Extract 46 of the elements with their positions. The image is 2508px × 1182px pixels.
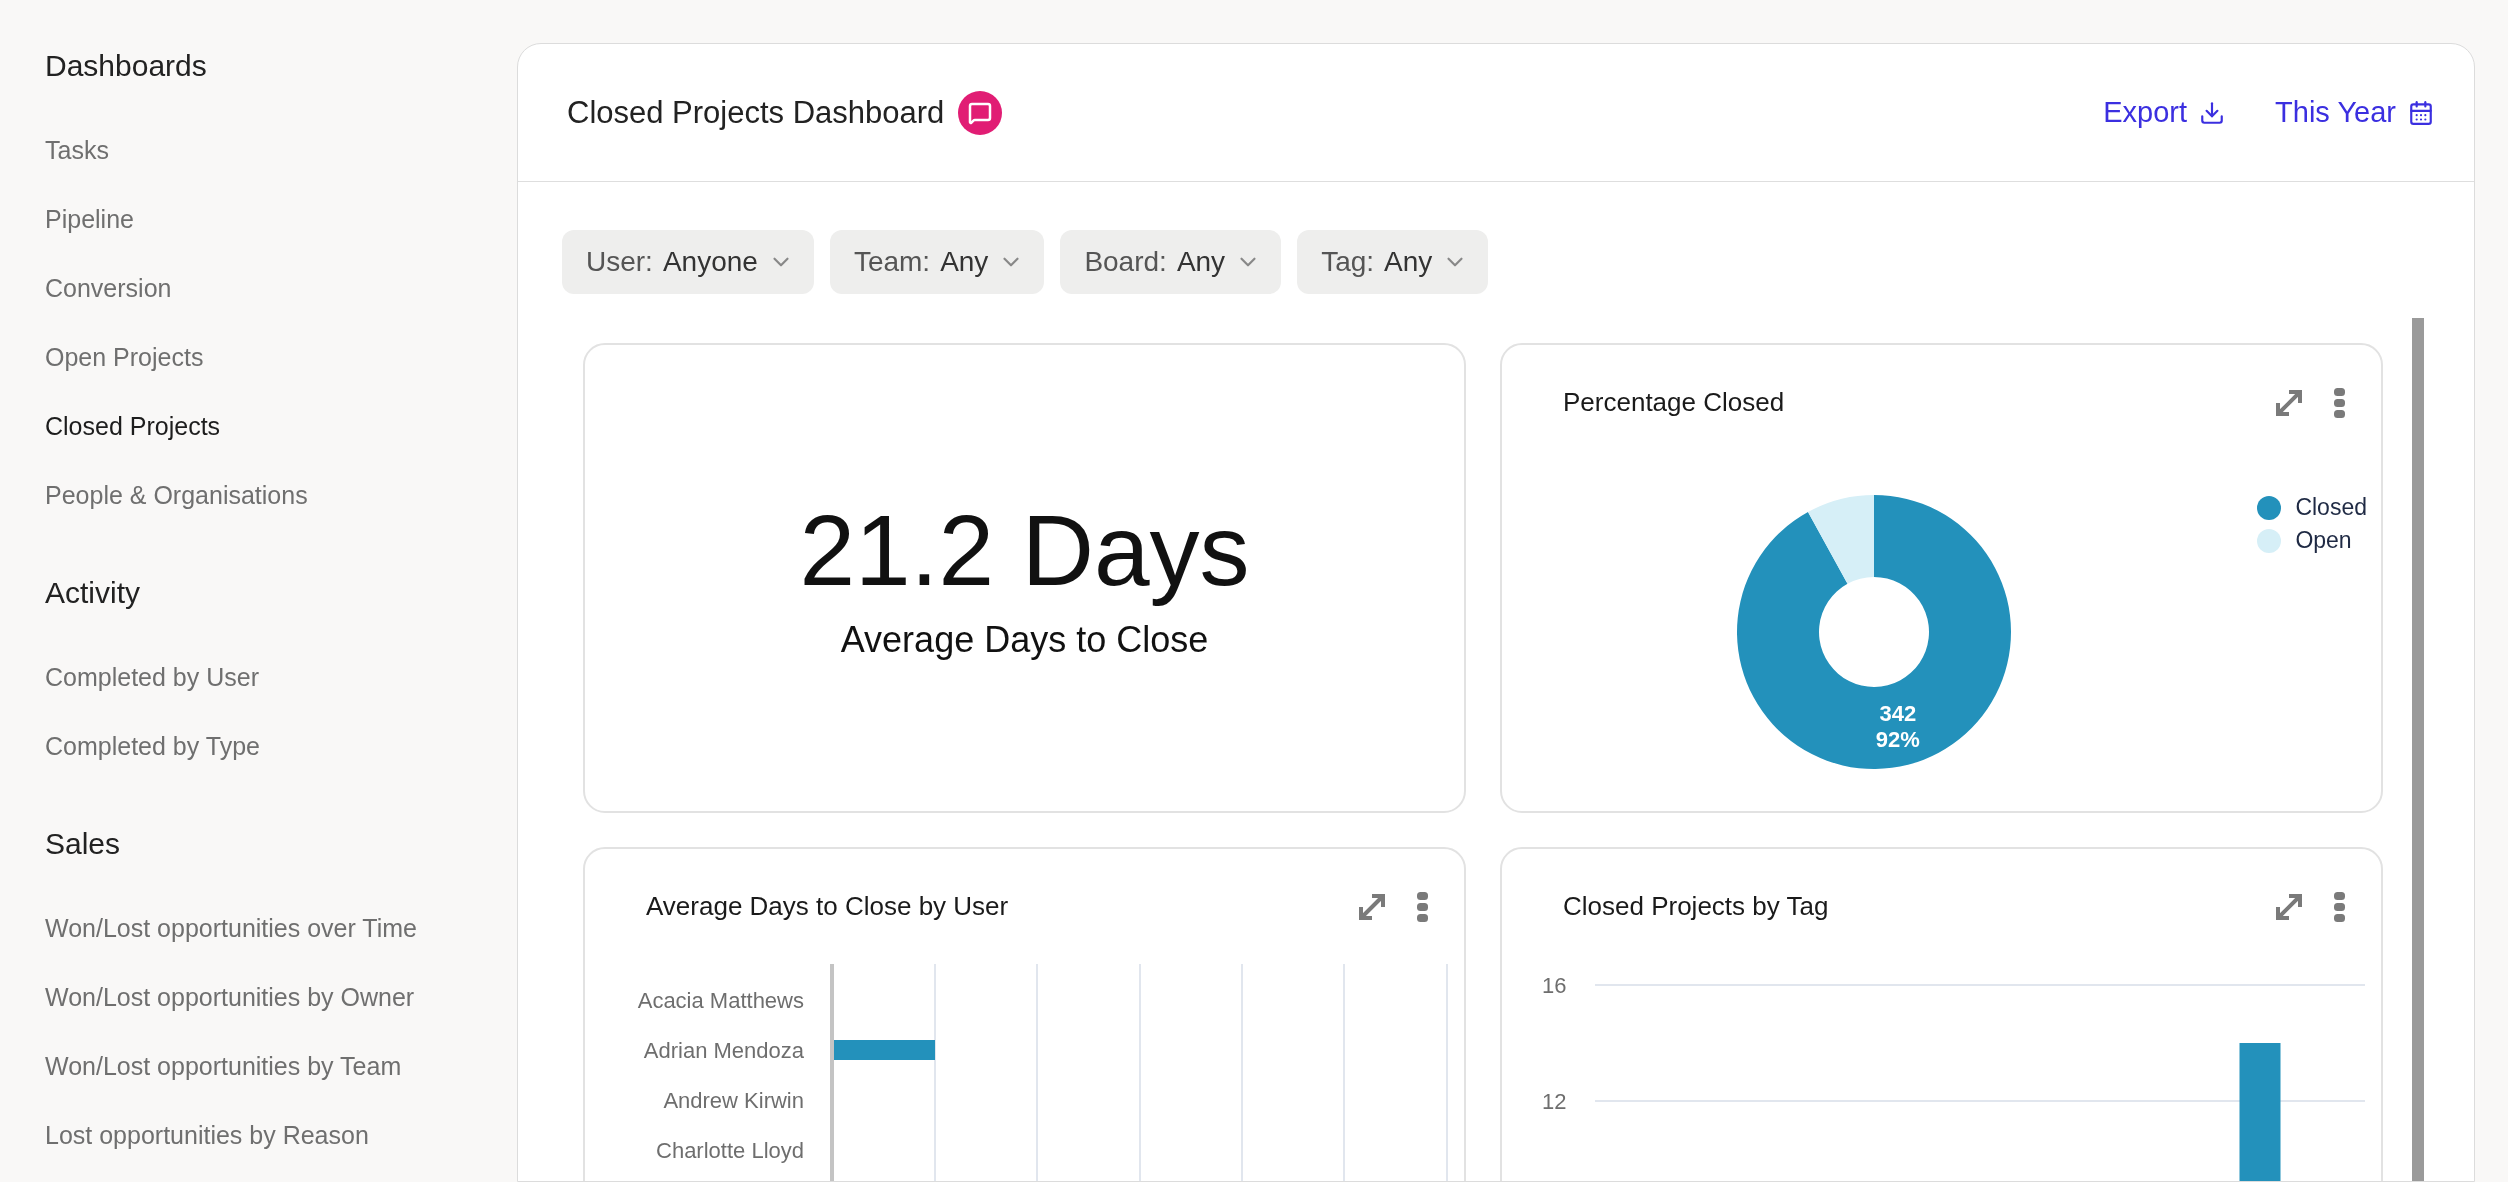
scrollbar[interactable]	[2412, 318, 2424, 1181]
sidebar-item[interactable]: Won/Lost opportunities by Owner	[45, 978, 415, 1047]
axis-tick-label: 16	[1542, 973, 1567, 998]
sidebar-item[interactable]: People & Organisations	[45, 476, 308, 545]
axis-label: Adrian Mendoza	[643, 1038, 804, 1063]
legend-label: Closed	[2295, 494, 2367, 521]
legend-label: Open	[2295, 527, 2352, 554]
calendar-icon	[2408, 99, 2434, 126]
card-title: Average Days to Close by User	[646, 891, 1010, 922]
slice-count: 342	[1879, 701, 1917, 726]
axis-label: Charlotte Lloyd	[656, 1138, 804, 1163]
sidebar-item[interactable]: Closed Projects	[45, 407, 221, 476]
section-heading: Activity	[45, 575, 141, 611]
period-link[interactable]: This Year	[2275, 96, 2434, 129]
sidebar-item[interactable]: Conversion	[45, 269, 172, 338]
more-icon	[2334, 891, 2345, 922]
sidebar-item[interactable]: Tasks	[45, 131, 109, 200]
sidebar-item[interactable]: Won/Lost opportunities by Team	[45, 1047, 402, 1116]
more-icon	[1417, 891, 1428, 922]
section-heading: Dashboards	[45, 48, 208, 84]
slice-percent: 92%	[1875, 727, 1920, 752]
more-button[interactable]	[1417, 891, 1428, 922]
filter-dropdown[interactable]: Board: Any	[1060, 230, 1282, 294]
export-link[interactable]: Export	[2103, 96, 2226, 129]
sidebar-item[interactable]: Completed by Type	[45, 727, 260, 796]
axis-label: Acacia Matthews	[637, 988, 804, 1013]
card-title: Percentage Closed	[1563, 387, 1786, 418]
axis-tick-label: 12	[1542, 1089, 1567, 1114]
filter-dropdown[interactable]: User: Anyone	[562, 230, 814, 294]
sidebar-item[interactable]: Pipeline	[45, 200, 134, 269]
section-heading: Sales	[45, 826, 122, 862]
sidebar-item[interactable]: Completed by User	[45, 658, 259, 727]
filter-dropdown[interactable]: Tag: Any	[1297, 230, 1489, 294]
download-icon	[2199, 99, 2226, 126]
more-button[interactable]	[2334, 891, 2345, 922]
sidebar-item[interactable]: Won/Lost opportunities over Time	[45, 909, 417, 978]
stat-caption: Average Days to Close	[840, 619, 1209, 661]
card-title: Closed Projects by Tag	[1563, 891, 1830, 922]
more-icon	[2334, 387, 2345, 418]
sidebar-item[interactable]: Lost opportunities by Reason	[45, 1116, 369, 1182]
filter-dropdown[interactable]: Team: Any	[829, 230, 1045, 294]
more-button[interactable]	[2334, 387, 2345, 418]
dashboard-title: Closed Projects Dashboard	[567, 94, 945, 131]
sidebar-item[interactable]: Open Projects	[45, 338, 204, 407]
stat-value: 21.2 Days	[799, 495, 1250, 605]
axis-label: Andrew Kirwin	[663, 1088, 804, 1113]
